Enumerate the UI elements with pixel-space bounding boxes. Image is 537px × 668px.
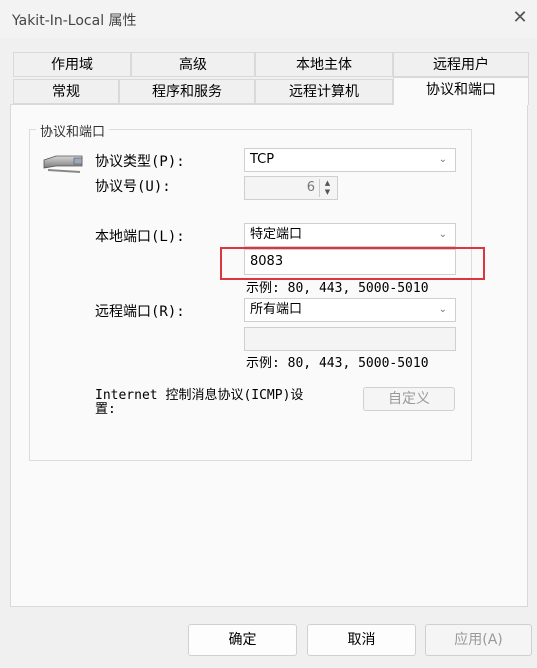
chevron-down-icon: ⌄ xyxy=(438,229,447,240)
local-port-select[interactable]: 特定端口 ⌄ xyxy=(244,223,456,247)
apply-button[interactable]: 应用(A) xyxy=(425,624,532,656)
icmp-label-line2: 置: xyxy=(95,402,116,417)
highlight-box xyxy=(220,247,485,280)
remote-port-label: 远程端口(R): xyxy=(95,304,185,320)
tab-remote-computers[interactable]: 远程计算机 xyxy=(255,79,393,104)
group-title: 协议和端口 xyxy=(36,121,110,140)
protocol-type-select[interactable]: TCP ⌄ xyxy=(244,148,456,172)
tab-protocols-ports[interactable]: 协议和端口 xyxy=(393,77,529,105)
chevron-down-icon: ⌄ xyxy=(438,304,447,315)
icmp-label-line1: Internet 控制消息协议(ICMP)设 xyxy=(95,388,304,403)
protocol-type-value: TCP xyxy=(250,152,275,167)
remote-port-example: 示例: 80, 443, 5000-5010 xyxy=(246,356,429,371)
close-icon[interactable]: ✕ xyxy=(508,6,532,30)
tab-general[interactable]: 常规 xyxy=(13,79,119,104)
protocol-number-stepper[interactable]: 6 ▲ ▼ xyxy=(244,176,338,200)
tab-local-principals[interactable]: 本地主体 xyxy=(255,52,393,77)
local-port-example: 示例: 80, 443, 5000-5010 xyxy=(246,281,429,296)
stepper-arrows-icon[interactable]: ▲ ▼ xyxy=(319,179,335,197)
title-bar: Yakit-In-Local 属性 ✕ xyxy=(0,0,537,38)
cancel-button[interactable]: 取消 xyxy=(307,624,416,656)
protocol-number-value: 6 xyxy=(306,180,315,195)
remote-port-mode: 所有端口 xyxy=(250,302,303,317)
protocol-type-label: 协议类型(P): xyxy=(95,154,185,170)
icmp-settings-label: Internet 控制消息协议(ICMP)设 置: xyxy=(95,389,355,417)
window-title: Yakit-In-Local 属性 xyxy=(12,13,137,29)
chevron-down-icon: ⌄ xyxy=(438,154,447,165)
remote-port-input xyxy=(244,327,456,351)
local-port-label: 本地端口(L): xyxy=(95,229,185,245)
local-port-mode: 特定端口 xyxy=(250,227,303,242)
tab-advanced[interactable]: 高级 xyxy=(131,52,255,77)
customize-button[interactable]: 自定义 xyxy=(363,387,455,411)
tab-scope[interactable]: 作用域 xyxy=(13,52,131,77)
protocol-number-label: 协议号(U): xyxy=(95,179,171,195)
network-plug-icon xyxy=(43,155,83,173)
tab-programs-services[interactable]: 程序和服务 xyxy=(119,79,255,104)
ok-button[interactable]: 确定 xyxy=(188,624,297,656)
tab-remote-users[interactable]: 远程用户 xyxy=(393,52,529,77)
remote-port-select[interactable]: 所有端口 ⌄ xyxy=(244,298,456,322)
